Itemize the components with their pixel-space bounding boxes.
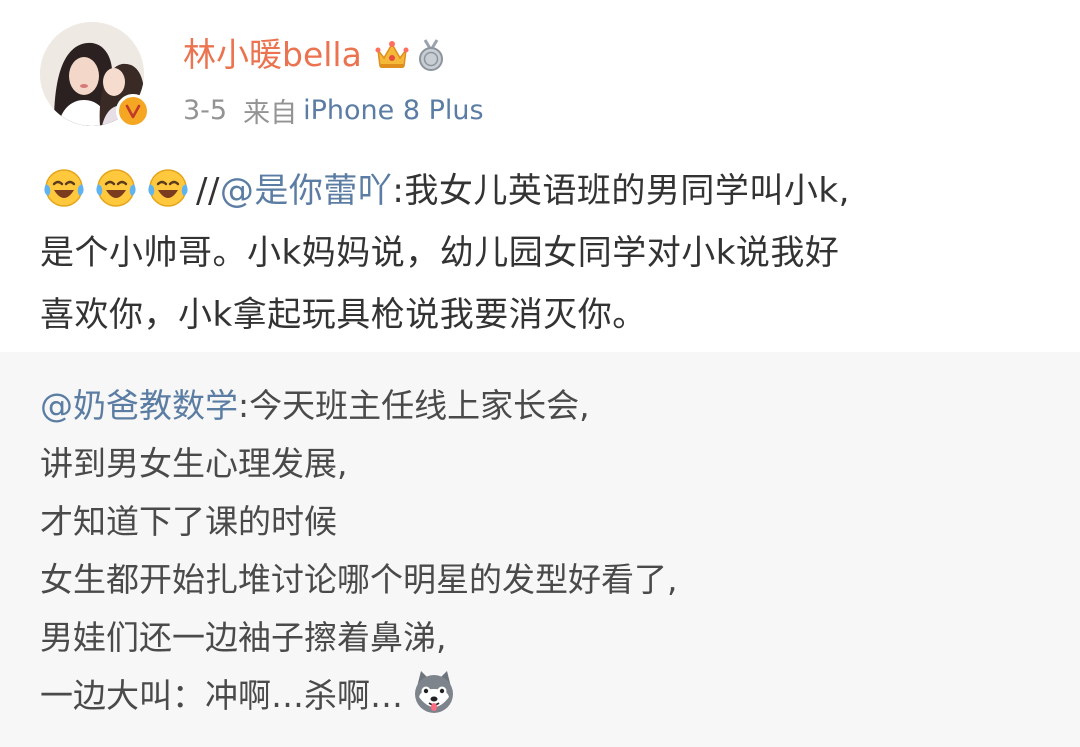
quoted-text-1: :今天班主任线上家长会, — [238, 386, 590, 425]
laugh-cry-emoji-icon — [148, 169, 188, 207]
quoted-text-6: 一边大叫：冲啊…杀啊… — [40, 676, 403, 715]
source-label: 来自 — [243, 97, 298, 129]
quoted-post-body: @奶爸教数学:今天班主任线上家长会, 讲到男女生心理发展, 才知道下了课的时候 … — [40, 377, 1040, 725]
device-link[interactable]: iPhone 8 Plus — [303, 95, 483, 126]
post-header: 林小暖bella 3-5 来自 iPhone 8 Plus — [0, 0, 1080, 150]
quoted-line-6: 一边大叫：冲啊…杀啊… — [40, 667, 1040, 725]
post-meta: 3-5 来自 iPhone 8 Plus — [183, 88, 484, 132]
quoted-line-1: @奶爸教数学:今天班主任线上家长会, — [40, 377, 1040, 435]
post-text-1: :我女儿英语班的男同学叫小k, — [392, 171, 850, 211]
crown-icon[interactable] — [374, 38, 410, 72]
post-line-1: //@是你蕾吖:我女儿英语班的男同学叫小k, — [40, 160, 1050, 222]
repost-slashes: // — [196, 171, 220, 211]
username-link[interactable]: 林小暖bella — [183, 30, 362, 80]
laugh-cry-emoji-icon — [96, 169, 136, 207]
post-line-3: 喜欢你，小k拿起玩具枪说我要消灭你。 — [40, 295, 647, 335]
post-body: //@是你蕾吖:我女儿英语班的男同学叫小k, 是个小帅哥。小k妈妈说，幼儿园女同… — [40, 160, 1050, 346]
quoted-line-5: 男娃们还一边袖子擦着鼻涕, — [40, 618, 447, 657]
post-time: 3-5 — [183, 94, 228, 126]
username-row: 林小暖bella — [183, 30, 446, 80]
quoted-line-4: 女生都开始扎堆讨论哪个明星的发型好看了, — [40, 560, 678, 599]
quoted-line-2: 讲到男女生心理发展, — [40, 444, 348, 483]
laugh-cry-emoji-icon — [44, 169, 84, 207]
mention-link[interactable]: @是你蕾吖 — [220, 171, 393, 211]
quoted-post[interactable]: @奶爸教数学:今天班主任线上家长会, 讲到男女生心理发展, 才知道下了课的时候 … — [0, 352, 1080, 747]
verified-v-icon — [116, 94, 150, 128]
medal-icon[interactable] — [416, 38, 446, 72]
post-line-2: 是个小帅哥。小k妈妈说，幼儿园女同学对小k说我好 — [40, 233, 840, 273]
quoted-line-3: 才知道下了课的时候 — [40, 502, 337, 541]
avatar-container[interactable] — [40, 22, 150, 128]
husky-dog-emoji-icon — [415, 671, 453, 713]
quoted-mention-link[interactable]: @奶爸教数学 — [40, 386, 238, 425]
